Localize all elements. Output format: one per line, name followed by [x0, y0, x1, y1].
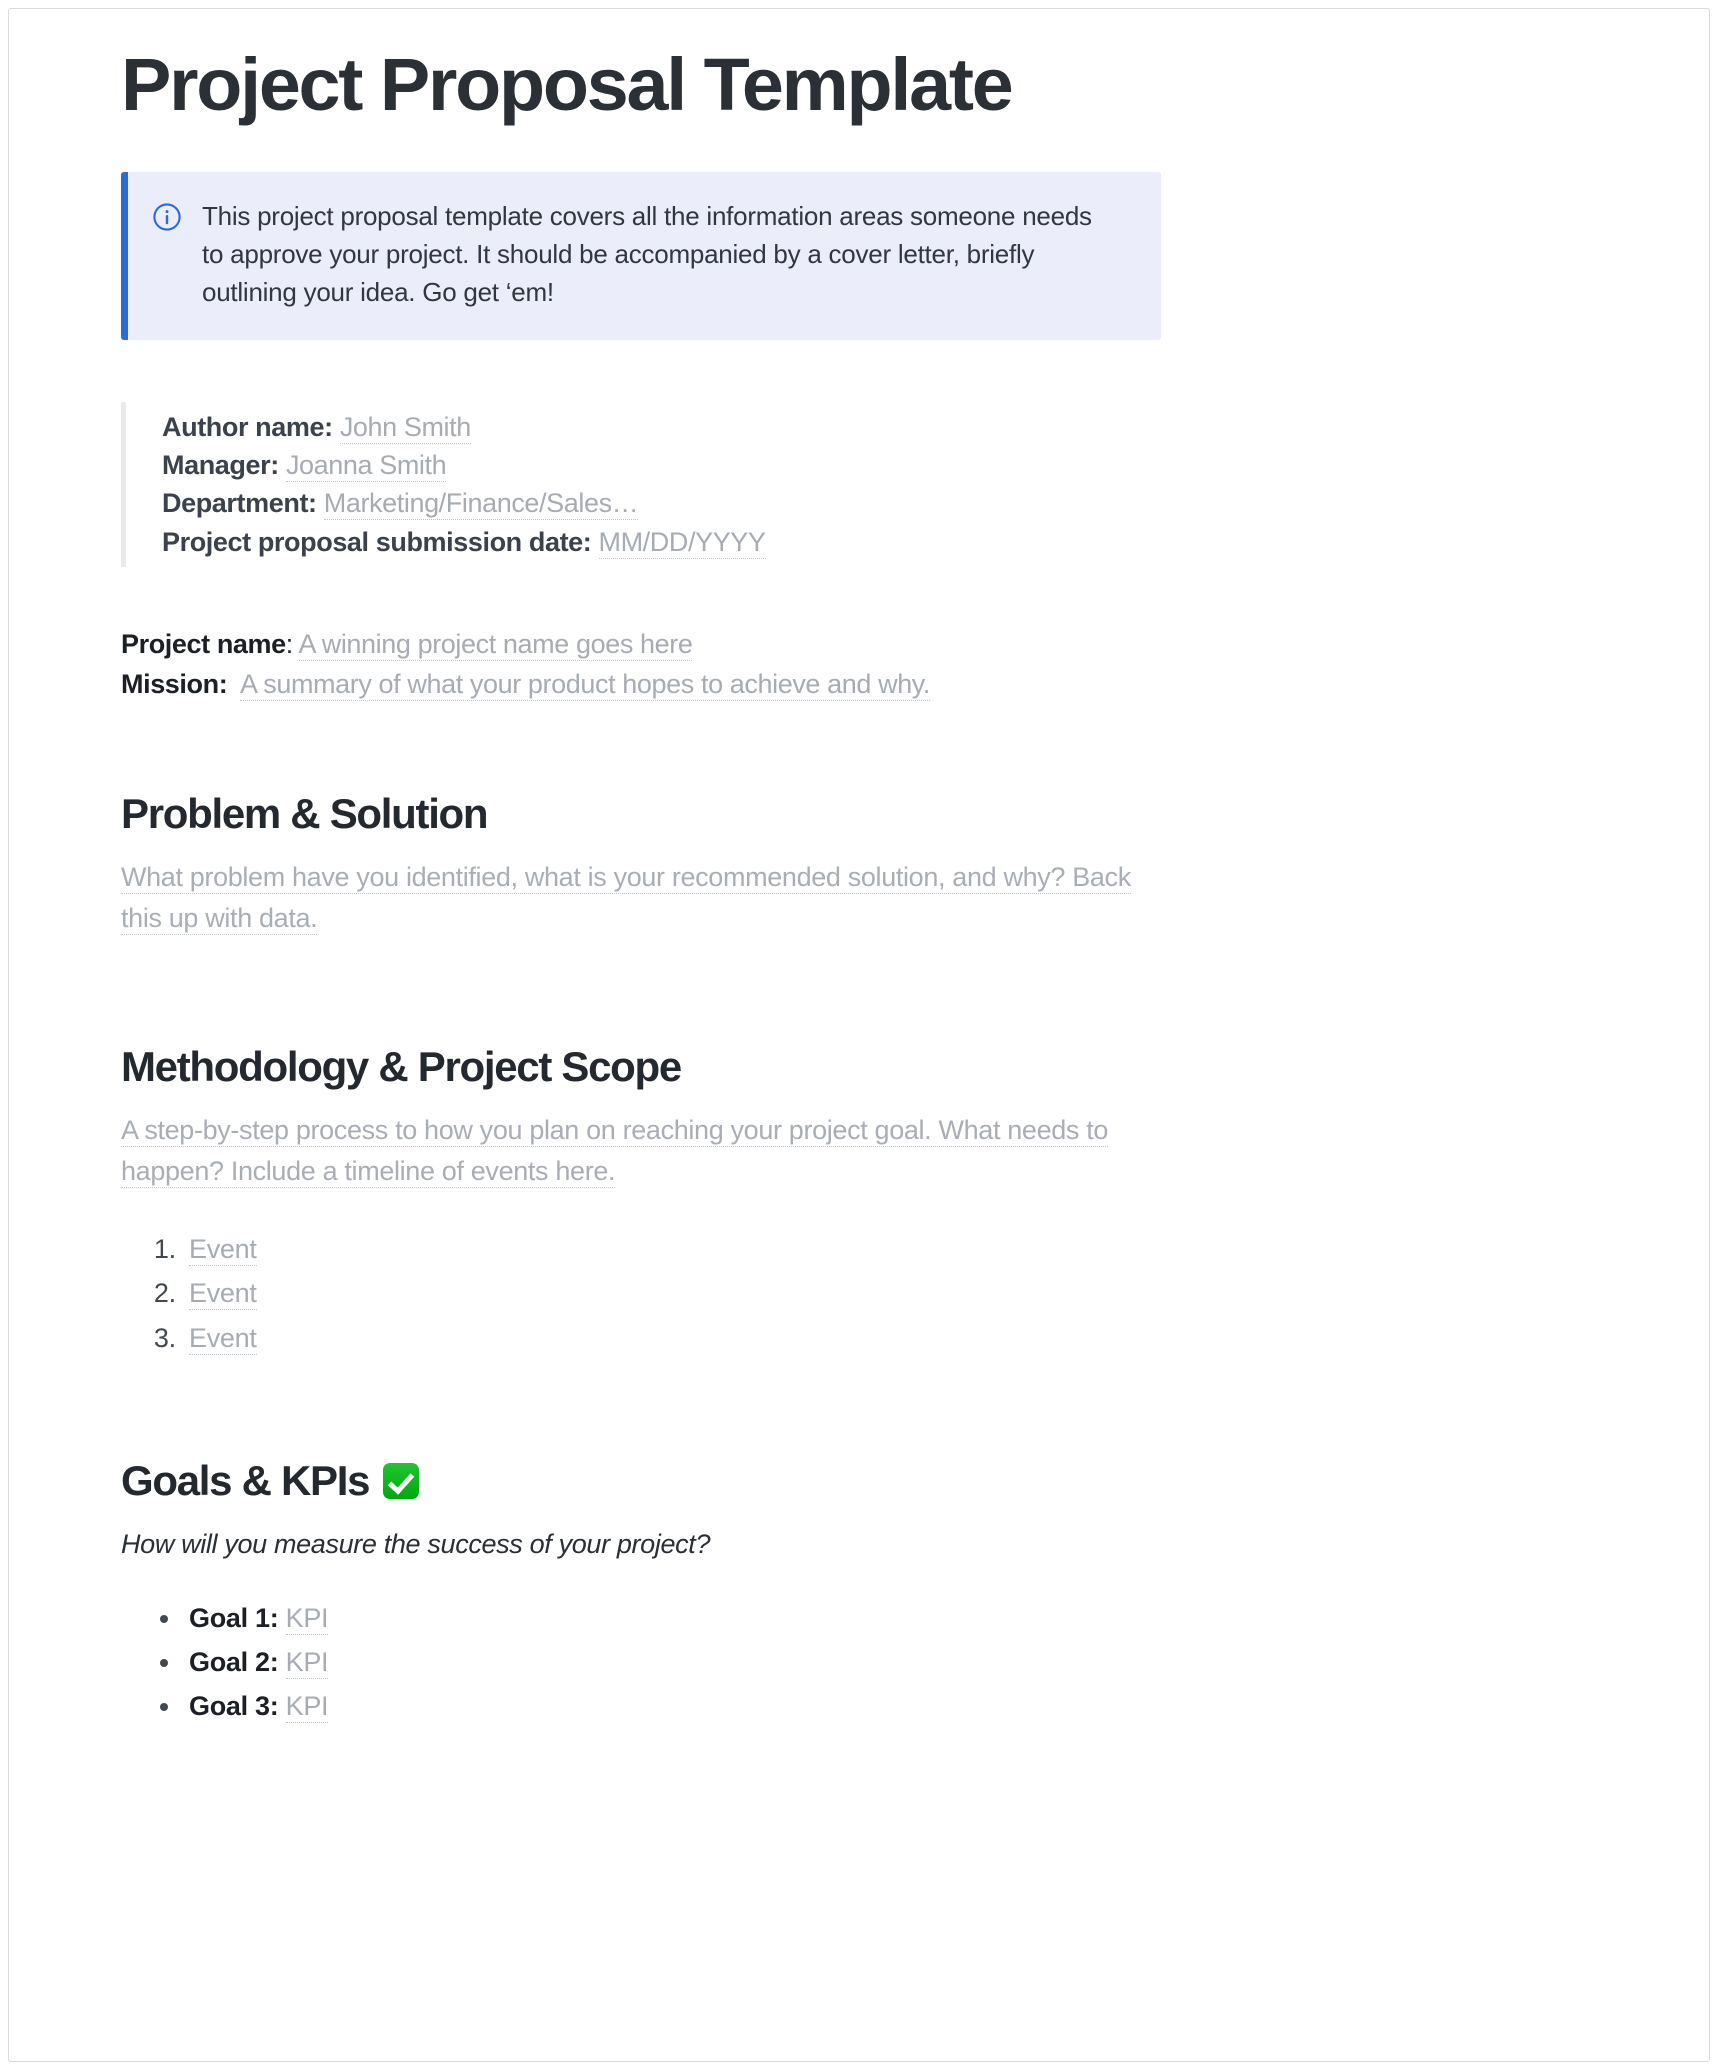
metadata-label-submission-date: Project proposal submission date: — [162, 526, 592, 557]
metadata-row-manager: Manager: Joanna Smith — [162, 446, 1161, 484]
metadata-label-department: Department: — [162, 488, 317, 519]
page-title: Project Proposal Template — [121, 43, 1014, 126]
section-heading-text: Problem & Solution — [121, 789, 489, 837]
goal-value-3[interactable]: KPI — [285, 1691, 329, 1724]
info-callout-text: This project proposal template covers al… — [202, 200, 1092, 307]
goal-label-1: Goal 1: — [189, 1602, 279, 1633]
mission-label: Mission: — [121, 668, 228, 699]
metadata-row-submission-date: Project proposal submission date: MM/DD/… — [162, 523, 1161, 561]
section-goals-kpis: Goals & KPIs How will you measure the su… — [121, 1457, 1461, 1726]
goal-value-1[interactable]: KPI — [285, 1602, 329, 1635]
project-name-separator: : — [285, 629, 299, 660]
goal-value-2[interactable]: KPI — [285, 1646, 329, 1679]
section-methodology-scope: Methodology & Project Scope A step-by-st… — [121, 1043, 1461, 1357]
methodology-placeholder[interactable]: A step-by-step process to how you plan o… — [121, 1110, 1161, 1192]
section-heading-methodology-scope: Methodology & Project Scope — [121, 1043, 1461, 1090]
metadata-row-department: Department: Marketing/Finance/Sales… — [162, 484, 1161, 522]
list-item[interactable]: Goal 2: KPI — [183, 1643, 1461, 1681]
metadata-value-author[interactable]: John Smith — [339, 411, 471, 444]
project-name-row: Project name: A winning project name goe… — [121, 625, 1461, 664]
metadata-value-submission-date[interactable]: MM/DD/YYYY — [598, 526, 766, 559]
goal-label-2: Goal 2: — [189, 1646, 279, 1677]
section-heading-goals-kpis: Goals & KPIs — [121, 1457, 1461, 1504]
mission-value[interactable]: A summary of what your product hopes to … — [240, 668, 930, 701]
project-name-value[interactable]: A winning project name goes here — [298, 629, 693, 662]
metadata-row-author: Author name: John Smith — [162, 408, 1161, 446]
goals-note: How will you measure the success of your… — [121, 1529, 711, 1560]
info-callout: This project proposal template covers al… — [121, 171, 1161, 340]
metadata-value-manager[interactable]: Joanna Smith — [285, 450, 447, 483]
section-heading-problem-solution: Problem & Solution — [121, 790, 1461, 837]
list-item[interactable]: Event — [183, 1230, 1461, 1268]
project-name-label: Project name — [121, 629, 286, 660]
section-heading-text: Goals & KPIs — [121, 1457, 370, 1505]
metadata-value-department[interactable]: Marketing/Finance/Sales… — [323, 488, 639, 521]
event-value-2[interactable]: Event — [189, 1278, 257, 1311]
metadata-label-manager: Manager: — [162, 450, 279, 481]
event-value-1[interactable]: Event — [189, 1234, 257, 1267]
section-problem-solution: Problem & Solution What problem have you… — [121, 790, 1461, 939]
list-item[interactable]: Event — [183, 1319, 1461, 1357]
goals-list: Goal 1: KPI Goal 2: KPI Goal 3: KPI — [121, 1599, 1461, 1726]
white-check-mark-icon — [383, 1462, 420, 1499]
metadata-block: Author name: John Smith Manager: Joanna … — [121, 401, 1161, 568]
metadata-label-author: Author name: — [162, 411, 333, 442]
list-item[interactable]: Goal 1: KPI — [183, 1599, 1461, 1637]
event-value-3[interactable]: Event — [189, 1322, 257, 1355]
list-item[interactable]: Goal 3: KPI — [183, 1687, 1461, 1725]
document-body: Project Proposal Template This project p… — [9, 9, 1709, 1732]
list-item[interactable]: Event — [183, 1274, 1461, 1312]
summary-group: Project name: A winning project name goe… — [121, 625, 1461, 704]
methodology-event-list: Event Event Event — [121, 1230, 1461, 1357]
problem-solution-placeholder[interactable]: What problem have you identified, what i… — [121, 857, 1161, 939]
mission-row: Mission: A summary of what your product … — [121, 665, 1461, 704]
info-circle-icon — [152, 202, 182, 232]
document-page: Project Proposal Template This project p… — [8, 8, 1710, 2062]
section-heading-text: Methodology & Project Scope — [121, 1043, 682, 1091]
goal-label-3: Goal 3: — [189, 1691, 279, 1722]
